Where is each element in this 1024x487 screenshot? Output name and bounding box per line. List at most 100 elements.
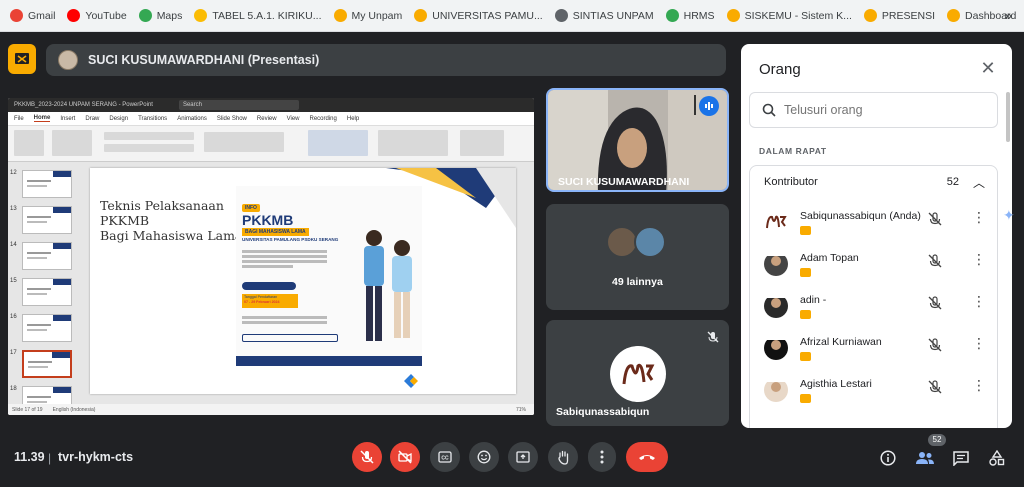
activities-button[interactable] xyxy=(985,446,1009,470)
slide-thumbnail xyxy=(22,314,72,342)
pkkmb-poster: INFO PKKMB BAGI MAHASISWA LAMA UNIVERSIT… xyxy=(236,186,422,366)
more-vert-icon[interactable]: ⋮ xyxy=(972,294,986,308)
meeting-info-button[interactable] xyxy=(876,446,900,470)
mic-off-icon[interactable] xyxy=(928,212,942,231)
ppt-tab: Home xyxy=(33,115,51,122)
avatar xyxy=(764,252,788,276)
mic-off-icon[interactable] xyxy=(928,338,942,357)
unpam-icon xyxy=(414,9,428,22)
participant-row[interactable]: adin - ⋮ xyxy=(750,290,999,332)
ppt-file-name: PKKMB_2023-2024 UNPAM SERANG - PowerPoin… xyxy=(14,102,153,108)
raise-hand-button[interactable] xyxy=(548,442,578,472)
panel-scrollbar[interactable] xyxy=(1006,92,1010,142)
captions-button[interactable]: CC xyxy=(430,442,460,472)
present-screen-icon xyxy=(516,451,530,463)
ppt-tab: View xyxy=(286,115,300,122)
unpam-icon xyxy=(726,9,740,22)
leave-call-button[interactable] xyxy=(626,442,668,472)
contributor-badge-icon xyxy=(800,394,811,403)
participant-row[interactable]: Afrizal Kurniawan ⋮ xyxy=(750,332,999,374)
thumbnail-number: 14 xyxy=(10,242,17,248)
contributor-badge-icon xyxy=(800,268,811,277)
more-vert-icon[interactable]: ⋮ xyxy=(972,336,986,350)
avatar xyxy=(634,226,666,258)
self-name: Sabiqunassabiqun xyxy=(556,406,650,418)
bookmark-item[interactable]: My Unpam xyxy=(328,4,409,28)
participant-row[interactable]: Sabiqunassabiqun (Anda) ⋮ xyxy=(750,206,999,248)
present-button[interactable] xyxy=(508,442,538,472)
others-count: 49 lainnya xyxy=(612,276,663,288)
thumbnail-number: 17 xyxy=(10,350,17,356)
ppt-tab: Recording xyxy=(309,115,337,122)
bookmark-item[interactable]: PRESENSI xyxy=(858,4,941,28)
bookmark-item[interactable]: SISKEMU - Sistem K... xyxy=(721,4,858,28)
bookmark-item[interactable]: SINTIAS UNPAM xyxy=(549,4,660,28)
mic-off-icon[interactable] xyxy=(928,296,942,315)
svg-text:CC: CC xyxy=(441,456,449,462)
thumbnail-number: 12 xyxy=(10,170,17,176)
unpam-icon xyxy=(863,9,877,22)
bookmark-label: UNIVERSITAS PAMU... xyxy=(432,9,543,22)
avatar xyxy=(764,378,788,402)
participant-row[interactable]: Agisthia Lestari ⋮ xyxy=(750,374,999,416)
search-input[interactable] xyxy=(784,103,984,117)
participant-row[interactable]: Adam Topan ⋮ xyxy=(750,248,999,290)
contributor-badge-icon xyxy=(800,352,811,361)
ppt-tab: Draw xyxy=(85,115,100,122)
bookmark-label: Gmail xyxy=(28,9,56,22)
close-icon[interactable]: ✕ xyxy=(976,56,1000,80)
people-button[interactable] xyxy=(913,446,937,470)
contributor-badge-icon xyxy=(800,310,811,319)
thumbnail-number: 16 xyxy=(10,314,17,320)
slide-thumbnail xyxy=(22,206,72,234)
presenting-icon xyxy=(8,44,36,74)
contributor-badge-icon xyxy=(800,226,811,235)
reactions-button[interactable] xyxy=(469,442,499,472)
bookmarks-bar: Gmail YouTube Maps TABEL 5.A.1. KIRIKU... My… xyxy=(0,0,1024,32)
bookmark-label: SISKEMU - Sistem K... xyxy=(744,9,852,22)
group-label: Kontributor xyxy=(764,176,818,188)
others-tile[interactable]: 49 lainnya xyxy=(546,204,729,310)
hrms-icon xyxy=(665,9,679,22)
speaker-tile[interactable]: SUCI KUSUMAWARDHANI xyxy=(546,88,729,192)
chevron-up-icon[interactable]: ︿ xyxy=(973,174,985,191)
chat-button[interactable] xyxy=(949,446,973,470)
mic-toggle-button[interactable] xyxy=(352,442,382,472)
more-vert-icon[interactable]: ⋮ xyxy=(972,378,986,392)
ppt-tab: Slide Show xyxy=(216,115,247,122)
end-call-icon xyxy=(639,455,655,460)
bookmark-label: PRESENSI xyxy=(881,9,936,22)
ppt-tab: File xyxy=(14,115,24,122)
camera-off-icon xyxy=(398,450,412,464)
bookmark-item[interactable]: YouTube xyxy=(61,4,132,28)
section-label: DALAM RAPAT xyxy=(759,146,827,156)
clock: 11.39 xyxy=(14,450,45,464)
mic-off-icon[interactable] xyxy=(928,380,942,399)
search-field[interactable] xyxy=(749,92,998,128)
more-vert-icon[interactable]: ⋮ xyxy=(972,252,986,266)
globe-icon xyxy=(554,9,568,22)
bookmark-label: HRMS xyxy=(683,9,715,22)
slide-title: Teknis Pelaksanaan PKKMB Bagi Mahasiswa … xyxy=(100,198,243,243)
mic-off-icon[interactable] xyxy=(928,254,942,273)
slide-thumbnail xyxy=(22,242,72,270)
mic-off-icon xyxy=(707,330,719,348)
bookmark-label: Maps xyxy=(156,9,183,22)
info-icon xyxy=(880,450,896,466)
camera-toggle-button[interactable] xyxy=(390,442,420,472)
bookmark-item[interactable]: UNIVERSITAS PAMU... xyxy=(408,4,548,28)
bookmarks-overflow-icon[interactable]: » xyxy=(1004,7,1012,23)
bookmark-item[interactable]: TABEL 5.A.1. KIRIKU... xyxy=(188,4,327,28)
bookmark-item[interactable]: Gmail xyxy=(4,4,61,28)
self-tile[interactable]: Sabiqunassabiqun xyxy=(546,320,729,426)
more-vert-icon[interactable]: ⋮ xyxy=(972,210,986,224)
slide-thumbnail xyxy=(22,278,72,306)
presentation-stage: PKKMB_2023-2024 UNPAM SERANG - PowerPoin… xyxy=(8,98,534,415)
emoji-icon xyxy=(477,450,491,464)
slide-thumbnail xyxy=(22,350,72,378)
sparkle-icon[interactable]: ✦ xyxy=(1003,207,1015,224)
bookmark-item[interactable]: HRMS xyxy=(660,4,721,28)
more-options-button[interactable] xyxy=(588,442,616,472)
bookmark-item[interactable]: Maps xyxy=(133,4,189,28)
unpam-icon xyxy=(947,9,961,22)
